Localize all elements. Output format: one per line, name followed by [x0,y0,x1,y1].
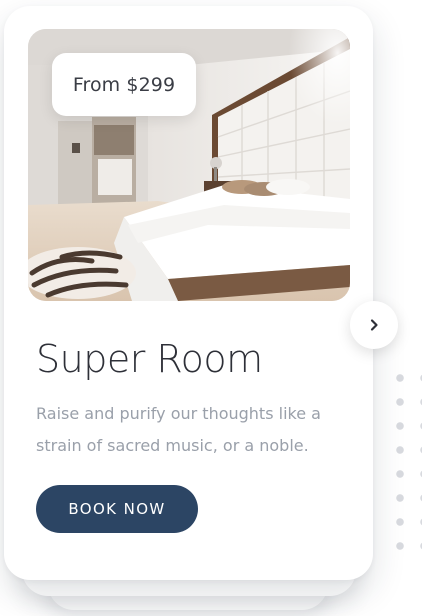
price-badge: From $299 [52,53,196,116]
room-description: Raise and purify our thoughts like a str… [36,404,321,455]
dot-grid-decoration [388,366,422,550]
room-card: From $299 Super Room Raise and purify ou… [4,6,373,580]
room-title: Super Room [36,337,263,381]
chevron-right-icon [367,318,381,332]
book-now-button[interactable]: BOOK NOW [36,485,198,533]
next-card-button[interactable] [350,301,398,349]
